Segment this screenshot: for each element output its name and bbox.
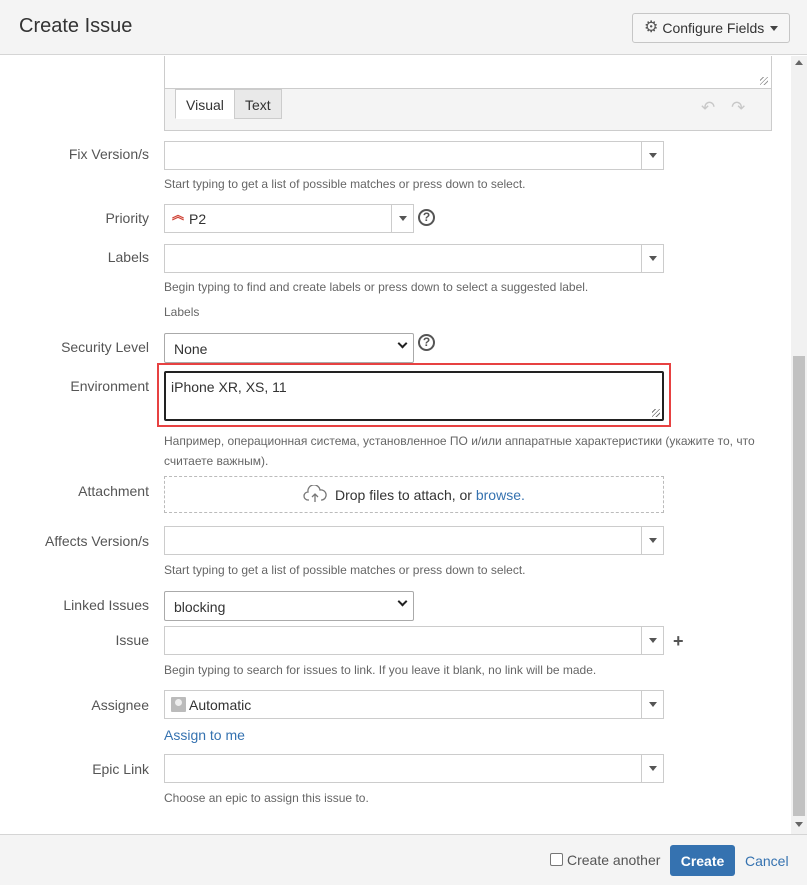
epic-link-hint: Choose an epic to assign this issue to. (164, 791, 369, 805)
issue-input[interactable] (164, 626, 664, 655)
avatar (171, 697, 186, 712)
linked-issues-label: Linked Issues (63, 597, 149, 613)
assignee-label: Assignee (91, 697, 149, 713)
scrollbar-thumb[interactable] (793, 356, 805, 816)
scroll-down-icon[interactable] (795, 822, 803, 827)
redo-icon[interactable]: ↷ (731, 98, 745, 118)
affects-version-label: Affects Version/s (44, 533, 149, 549)
fix-version-label: Fix Version/s (68, 146, 149, 162)
cancel-link[interactable]: Cancel (745, 853, 789, 869)
issue-hint: Begin typing to search for issues to lin… (164, 663, 597, 677)
assignee-dropdown-button[interactable] (641, 691, 663, 718)
scroll-up-icon[interactable] (795, 60, 803, 65)
fix-version-dropdown-button[interactable] (641, 142, 663, 169)
epic-link-dropdown-button[interactable] (641, 755, 663, 782)
labels-label: Labels (107, 249, 149, 265)
security-level-select[interactable]: None (164, 333, 414, 363)
environment-label: Environment (70, 378, 149, 394)
cloud-upload-icon (303, 484, 327, 503)
attachment-dropzone[interactable]: Drop files to attach, or browse. (164, 476, 664, 513)
security-level-label: Security Level (61, 339, 149, 355)
configure-fields-button[interactable]: ⚙ Configure Fields (632, 13, 790, 43)
configure-fields-label: Configure Fields (662, 20, 765, 36)
priority-value: P2 (189, 211, 207, 227)
description-textarea[interactable] (165, 56, 771, 89)
undo-icon[interactable]: ↶ (701, 98, 715, 118)
attachment-drop-text: Drop files to attach, or (335, 487, 476, 503)
epic-link-input[interactable] (164, 754, 664, 783)
gear-icon: ⚙ (644, 19, 659, 36)
tab-visual[interactable]: Visual (175, 89, 235, 119)
create-button[interactable]: Create (670, 845, 735, 876)
resize-grip-icon[interactable] (652, 409, 660, 417)
labels-input[interactable] (164, 244, 664, 273)
chevron-down-icon (397, 596, 408, 607)
scrollbar[interactable] (791, 56, 807, 834)
affects-version-dropdown-button[interactable] (641, 527, 663, 554)
security-help-icon[interactable]: ? (418, 334, 435, 351)
linked-issues-value: blocking (174, 599, 226, 615)
browse-link[interactable]: browse. (476, 487, 525, 503)
labels-dropdown-button[interactable] (641, 245, 663, 272)
labels-subhint: Labels (164, 305, 200, 319)
environment-value: iPhone XR, XS, 11 (171, 379, 287, 395)
affects-version-hint: Start typing to get a list of possible m… (164, 563, 526, 577)
tab-text[interactable]: Text (234, 89, 282, 119)
assignee-value: Automatic (189, 697, 252, 713)
priority-high-icon: ︽ (172, 208, 185, 222)
labels-hint: Begin typing to find and create labels o… (164, 280, 589, 294)
resize-grip-icon[interactable] (760, 77, 768, 85)
security-level-value: None (174, 341, 208, 357)
issue-label: Issue (115, 632, 149, 648)
add-issue-link-icon[interactable]: + (673, 631, 684, 652)
chevron-down-icon (397, 338, 408, 349)
priority-dropdown-button[interactable] (391, 205, 413, 232)
assignee-select[interactable]: Automatic (164, 690, 664, 719)
create-another-checkbox[interactable] (550, 853, 563, 866)
priority-label: Priority (105, 210, 149, 226)
fix-version-hint: Start typing to get a list of possible m… (164, 177, 526, 191)
affects-version-input[interactable] (164, 526, 664, 555)
description-editor: Visual Text ↶ ↷ (164, 56, 772, 131)
issue-dropdown-button[interactable] (641, 627, 663, 654)
epic-link-label: Epic Link (92, 761, 149, 777)
assign-to-me-link[interactable]: Assign to me (164, 727, 245, 743)
create-another-label[interactable]: Create another (567, 852, 660, 868)
environment-hint-line2: считаете важным). (164, 454, 269, 468)
priority-select[interactable]: ︽ P2 (164, 204, 414, 233)
dialog-title: Create Issue (19, 15, 133, 37)
linked-issues-select[interactable]: blocking (164, 591, 414, 621)
dialog-footer: Create another Create Cancel (0, 834, 807, 885)
dialog-header: Create Issue ⚙ Configure Fields (0, 0, 807, 55)
attachment-label: Attachment (78, 483, 149, 499)
environment-hint-line1: Например, операционная система, установл… (164, 434, 755, 448)
priority-help-icon[interactable]: ? (418, 209, 435, 226)
chevron-down-icon (770, 25, 779, 31)
environment-textarea[interactable]: iPhone XR, XS, 11 (164, 371, 664, 421)
fix-version-input[interactable] (164, 141, 664, 170)
